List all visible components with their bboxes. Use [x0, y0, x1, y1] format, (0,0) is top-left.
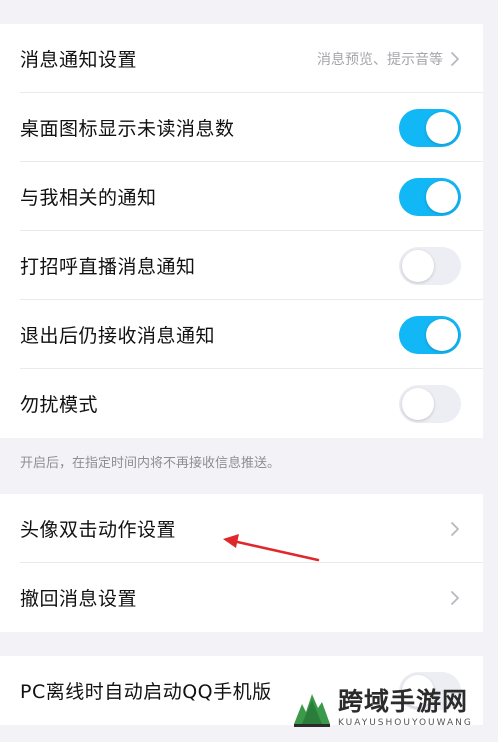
row-label: 打招呼直播消息通知 [20, 256, 196, 278]
receive-after-exit-row: 退出后仍接收消息通知 [0, 300, 483, 369]
annotation-arrow-icon [223, 534, 320, 562]
row-label: 勿扰模式 [20, 394, 99, 416]
watermark-title: 跨域手游网 [338, 687, 469, 716]
row-label: 与我相关的通知 [20, 187, 157, 209]
chevron-right-icon [451, 521, 459, 536]
row-label: 桌面图标显示未读消息数 [20, 118, 235, 140]
mentions-notification-toggle[interactable] [399, 177, 461, 216]
notification-settings-group: 消息通知设置 消息预览、提示音等 桌面图标显示未读消息数 与我相关的通知 打招呼… [0, 24, 483, 438]
greeting-live-notification-toggle[interactable] [399, 246, 461, 285]
watermark-subtitle: KUAYUSHOUYOUWANG [338, 718, 473, 728]
toggle-knob [426, 111, 458, 144]
desktop-badge-toggle[interactable] [399, 108, 461, 147]
mentions-notification-row: 与我相关的通知 [0, 162, 483, 231]
row-label: 消息通知设置 [20, 49, 138, 71]
chevron-right-icon [451, 590, 459, 605]
settings-screen: 消息通知设置 消息预览、提示音等 桌面图标显示未读消息数 与我相关的通知 打招呼… [0, 0, 498, 742]
desktop-badge-unread-row: 桌面图标显示未读消息数 [0, 93, 483, 162]
row-label: 撤回消息设置 [20, 588, 138, 610]
site-watermark: 跨域手游网 KUAYUSHOUYOUWANG [290, 680, 490, 736]
message-notification-settings-row[interactable]: 消息通知设置 消息预览、提示音等 [0, 24, 483, 93]
toggle-knob [426, 318, 458, 351]
do-not-disturb-hint: 开启后，在指定时间内将不再接收信息推送。 [20, 456, 281, 471]
row-subtext: 消息预览、提示音等 [317, 51, 443, 68]
chevron-right-icon [451, 51, 459, 66]
watermark-logo-icon [294, 694, 330, 727]
recall-message-settings-row[interactable]: 撤回消息设置 [0, 563, 483, 632]
greeting-live-notification-row: 打招呼直播消息通知 [0, 231, 483, 300]
do-not-disturb-row: 勿扰模式 [0, 369, 483, 438]
do-not-disturb-toggle[interactable] [399, 384, 461, 423]
toggle-knob [402, 387, 434, 420]
row-label: 退出后仍接收消息通知 [20, 325, 216, 347]
toggle-knob [402, 249, 434, 282]
receive-after-exit-toggle[interactable] [399, 315, 461, 354]
toggle-knob [426, 180, 458, 213]
